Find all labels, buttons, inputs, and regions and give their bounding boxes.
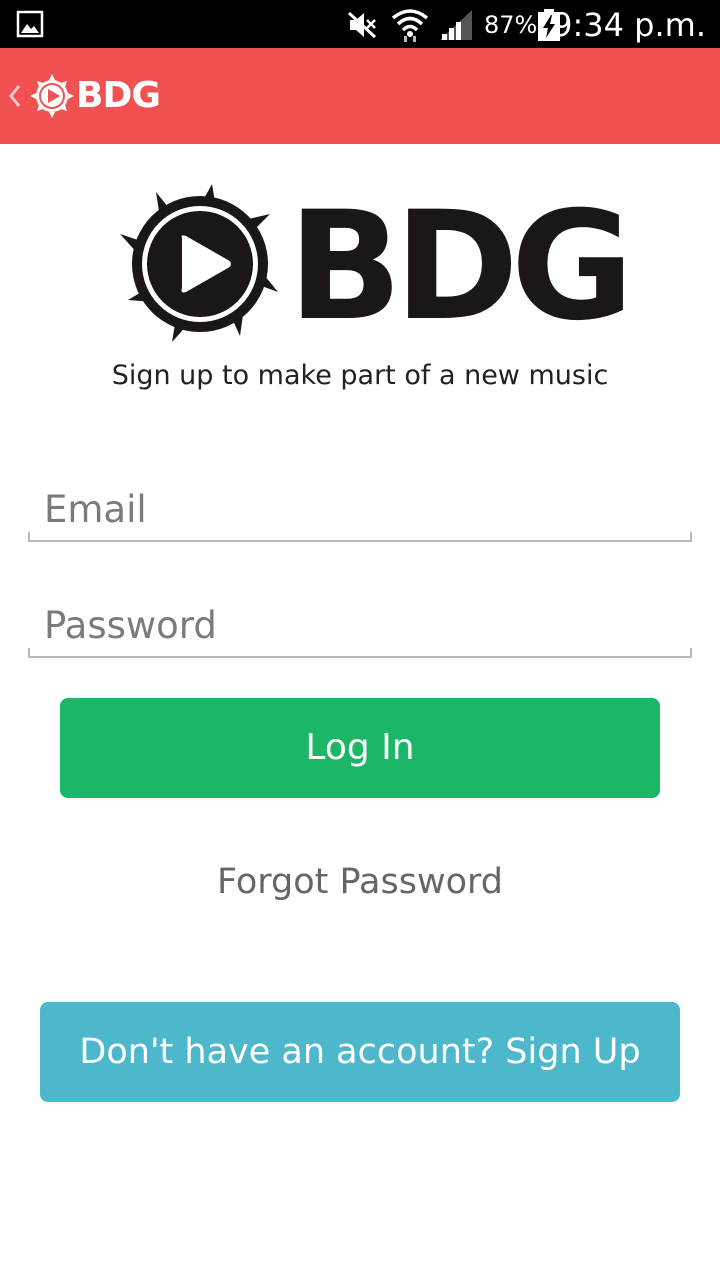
login-button[interactable]: Log In	[60, 698, 660, 798]
status-time: 9:34 p.m.	[552, 6, 706, 44]
hero-logo: BDG	[120, 184, 634, 344]
back-chevron-icon[interactable]	[6, 80, 24, 112]
email-input[interactable]	[44, 480, 676, 538]
forgot-password-link[interactable]: Forgot Password	[0, 860, 720, 904]
password-input[interactable]	[44, 596, 676, 654]
battery-percent: 87%	[484, 11, 538, 39]
signal-icon	[440, 10, 472, 40]
wifi-icon	[391, 9, 429, 42]
app-bar-logo-text: BDG	[76, 75, 161, 116]
tagline: Sign up to make part of a new music	[111, 360, 609, 391]
email-field	[28, 480, 692, 542]
password-field	[28, 596, 692, 658]
hero-logo-text: BDG	[288, 180, 634, 354]
status-bar: 87% 9:34 p.m.	[0, 0, 720, 48]
mute-icon	[347, 11, 377, 39]
play-gear-logo-icon	[120, 184, 278, 342]
app-bar: BDG	[0, 48, 720, 144]
signup-button[interactable]: Don't have an account? Sign Up	[40, 1002, 680, 1102]
play-gear-logo-icon	[30, 74, 74, 118]
gallery-icon	[16, 10, 44, 38]
